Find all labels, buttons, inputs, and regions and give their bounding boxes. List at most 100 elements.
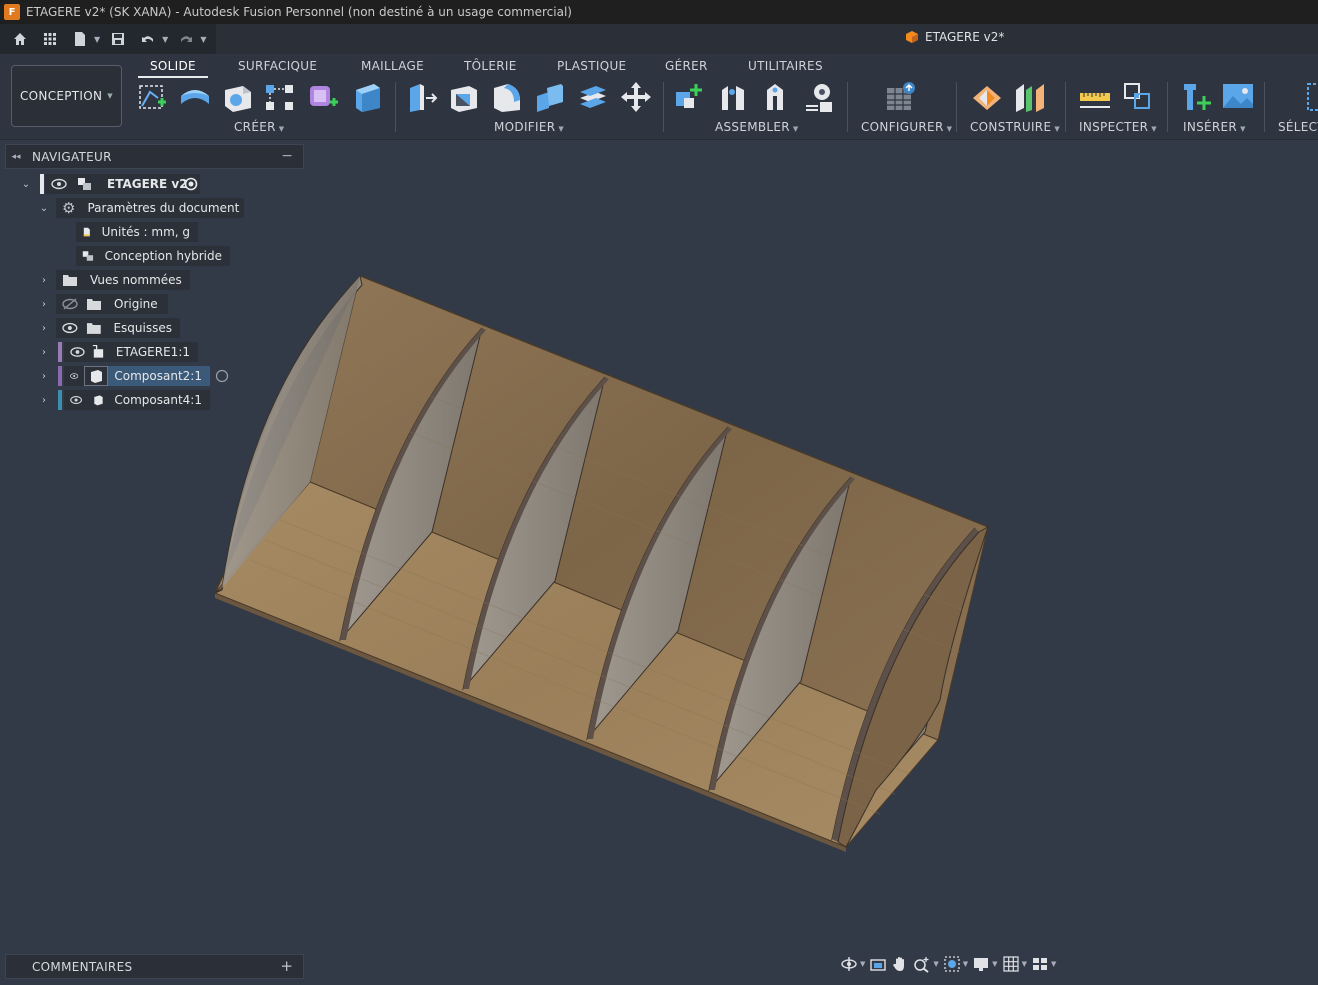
grid-apps-icon[interactable] <box>38 27 62 51</box>
offset-face-icon[interactable] <box>576 80 610 114</box>
undo-icon[interactable] <box>136 27 160 51</box>
revolve-icon[interactable] <box>221 80 255 114</box>
comments-panel-header[interactable]: COMMENTAIRES + <box>5 954 304 979</box>
viewports-icon[interactable]: ▼ <box>1031 953 1056 975</box>
grid-settings-icon[interactable]: ▼ <box>1002 953 1027 975</box>
composant4-node[interactable]: Composant4:1 <box>64 390 210 410</box>
create-form-icon[interactable] <box>306 80 340 114</box>
group-divider <box>847 82 848 132</box>
named-views-node[interactable]: Vues nommées <box>56 270 190 290</box>
fillet-icon[interactable] <box>490 80 524 114</box>
group-label-modifier[interactable]: MODIFIER ▼ <box>494 120 564 134</box>
pattern-icon[interactable] <box>263 80 297 114</box>
chevron-down-icon[interactable]: ⌄ <box>20 179 32 190</box>
tab-surfacique[interactable]: SURFACIQUE <box>238 59 317 73</box>
document-settings-label: Paramètres du document <box>87 201 240 215</box>
workspace-switcher-button[interactable]: CONCEPTION ▼ <box>11 65 122 127</box>
chevron-down-icon[interactable]: ▼ <box>963 960 968 968</box>
tab-maillage[interactable]: MAILLAGE <box>361 59 424 73</box>
box-icon[interactable] <box>350 80 384 114</box>
motion-link-icon[interactable] <box>802 80 836 114</box>
tab-gerer[interactable]: GÉRER <box>665 59 708 73</box>
configure-table-icon[interactable] <box>884 80 918 114</box>
composant2-node[interactable]: Composant2:1 <box>64 366 210 386</box>
eye-icon[interactable] <box>62 322 78 334</box>
orbit-icon[interactable]: ▼ <box>840 953 865 975</box>
navigator-header[interactable]: ◂◂ NAVIGATEUR − <box>5 144 304 169</box>
new-component-icon[interactable] <box>672 80 706 114</box>
chevron-down-icon[interactable]: ▼ <box>992 960 997 968</box>
activate-radio-icon[interactable] <box>184 177 198 191</box>
chevron-down-icon[interactable]: ▼ <box>933 960 938 968</box>
minimize-icon[interactable]: − <box>281 148 293 164</box>
collapse-panel-icon[interactable]: ◂◂ <box>6 152 26 162</box>
as-built-joint-icon[interactable] <box>759 80 793 114</box>
eye-hidden-icon[interactable] <box>62 298 78 310</box>
redo-icon[interactable] <box>174 27 198 51</box>
eye-icon[interactable] <box>70 346 85 358</box>
document-settings-node[interactable]: ⚙ Paramètres du document <box>56 198 244 218</box>
group-label-inserer[interactable]: INSÉRER ▼ <box>1183 120 1246 134</box>
group-label-selectionner[interactable]: SÉLECT <box>1278 120 1318 134</box>
add-comment-icon[interactable]: + <box>280 957 293 975</box>
tab-tolerie[interactable]: TÔLERIE <box>464 59 517 73</box>
chevron-right-icon[interactable]: › <box>38 347 50 358</box>
chevron-down-icon[interactable]: ⌄ <box>38 203 50 214</box>
interference-icon[interactable] <box>1121 80 1155 114</box>
combine-icon[interactable] <box>533 80 567 114</box>
chevron-down-icon[interactable]: ▼ <box>860 960 865 968</box>
midplane-icon[interactable] <box>1014 80 1048 114</box>
insert-mcmaster-icon[interactable] <box>1180 80 1214 114</box>
etagere1-node[interactable]: ETAGERE1:1 <box>64 342 198 362</box>
hybrid-design-node[interactable]: Conception hybride <box>76 246 230 266</box>
group-label-inspecter[interactable]: INSPECTER ▼ <box>1079 120 1157 134</box>
quick-access-bar: ▼ ▼ ▼ ETAGERE v2* <box>0 24 1318 54</box>
chevron-down-icon[interactable]: ▼ <box>1051 960 1056 968</box>
measure-icon[interactable] <box>1078 80 1112 114</box>
tab-plastique[interactable]: PLASTIQUE <box>557 59 626 73</box>
insert-canvas-icon[interactable] <box>1221 80 1255 114</box>
group-label-construire[interactable]: CONSTRUIRE ▼ <box>970 120 1060 134</box>
shell-icon[interactable] <box>447 80 481 114</box>
chevron-down-icon[interactable]: ▼ <box>162 35 168 44</box>
zoom-icon[interactable]: ▼ <box>913 953 939 975</box>
move-copy-icon[interactable] <box>619 80 653 114</box>
eye-icon[interactable] <box>70 370 79 382</box>
chevron-down-icon[interactable]: ▼ <box>200 35 206 44</box>
activate-radio-icon[interactable] <box>215 369 229 383</box>
offset-plane-icon[interactable] <box>971 80 1005 114</box>
eye-icon[interactable] <box>51 178 67 190</box>
inspect-group-label-text: INSPECTER <box>1079 120 1149 134</box>
home-icon[interactable] <box>8 27 32 51</box>
chevron-right-icon[interactable]: › <box>38 323 50 334</box>
look-at-icon[interactable] <box>869 953 887 975</box>
chevron-right-icon[interactable]: › <box>38 299 50 310</box>
file-menu-icon[interactable] <box>68 27 92 51</box>
origin-node[interactable]: Origine <box>56 294 168 314</box>
chevron-down-icon[interactable]: ▼ <box>94 35 100 44</box>
tab-utilitaires[interactable]: UTILITAIRES <box>748 59 823 73</box>
group-label-assembler[interactable]: ASSEMBLER ▼ <box>715 120 799 134</box>
chevron-right-icon[interactable]: › <box>38 275 50 286</box>
joint-icon[interactable] <box>716 80 750 114</box>
units-node[interactable]: Unités : mm, g <box>76 222 198 242</box>
sketches-node[interactable]: Esquisses <box>56 318 180 338</box>
select-icon[interactable] <box>1300 80 1318 114</box>
tab-solide[interactable]: SOLIDE <box>150 59 196 73</box>
pan-hand-icon[interactable] <box>891 953 909 975</box>
fit-window-icon[interactable]: ▼ <box>943 953 968 975</box>
group-label-configurer[interactable]: CONFIGURER ▼ <box>861 120 952 134</box>
eye-icon[interactable] <box>70 394 82 406</box>
chevron-down-icon[interactable]: ▼ <box>1022 960 1027 968</box>
press-pull-icon[interactable] <box>404 80 438 114</box>
group-label-creer[interactable]: CRÉER ▼ <box>234 120 284 134</box>
create-sketch-icon[interactable] <box>136 80 170 114</box>
tree-root-node[interactable]: ETAGERE v2 <box>45 174 200 194</box>
chevron-right-icon[interactable]: › <box>38 371 50 382</box>
extrude-icon[interactable] <box>178 80 212 114</box>
display-settings-icon[interactable]: ▼ <box>972 953 998 975</box>
document-tab[interactable]: ETAGERE v2* <box>905 30 1004 44</box>
workspace-label: CONCEPTION <box>20 89 103 103</box>
save-icon[interactable] <box>106 27 130 51</box>
chevron-right-icon[interactable]: › <box>38 395 50 406</box>
